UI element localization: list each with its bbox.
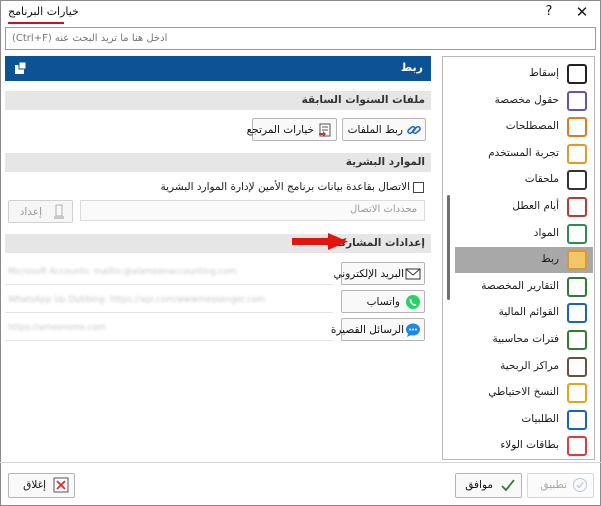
sms-share-field[interactable]: https://ameensms.com — [5, 318, 333, 341]
whatsapp-share-label: واتساب — [366, 296, 400, 308]
email-share-label: البريد الإلكتروني — [333, 268, 404, 280]
nav-item-label: أيام العطل — [512, 200, 559, 212]
window-title: خيارات البرنامج — [8, 5, 79, 18]
sms-icon — [405, 322, 421, 338]
orders-icon — [567, 409, 587, 430]
search-box[interactable] — [5, 27, 596, 50]
setup-label: إعداد — [19, 206, 42, 218]
terms-icon — [567, 117, 587, 138]
nav-item[interactable]: القوائم المالية — [455, 300, 593, 326]
red-arrow-annotation — [292, 233, 348, 250]
close-x-icon — [53, 477, 69, 493]
apply-label: تطبيق — [540, 479, 567, 491]
custom-reports-icon — [567, 276, 587, 297]
hr-connect-checkbox[interactable] — [413, 182, 424, 193]
nav-item-label: ربط — [541, 253, 559, 266]
nav-item-label: الطلبيات — [521, 412, 559, 425]
close-button[interactable]: إغلاق — [8, 473, 75, 498]
footer-divider — [0, 462, 601, 463]
apply-button[interactable]: تطبيق — [527, 473, 594, 498]
previous-years-section: ملفات السنوات السابقة — [5, 91, 431, 110]
loyalty-card-icon — [567, 436, 587, 457]
sms-share-value: https://ameensms.com — [8, 323, 106, 333]
nav-item[interactable]: أيام العطل — [455, 194, 593, 220]
previous-years-title: ملفات السنوات السابقة — [301, 94, 425, 106]
nav-item[interactable]: تجربة المستخدم — [455, 141, 593, 167]
connection-label: محددات الاتصال — [350, 204, 418, 215]
nav-item-label: المصطلحات — [505, 120, 559, 133]
whatsapp-icon — [405, 294, 421, 310]
help-button[interactable]: ? — [541, 3, 557, 21]
nav-item[interactable]: حقول مخصصة — [455, 88, 593, 114]
close-window-button[interactable]: ✕ — [573, 3, 591, 21]
whatsapp-share-value: WhatsApp Up Dubbing: https://api.com/www… — [8, 295, 266, 305]
profit-centers-icon — [567, 356, 587, 377]
whatsapp-share-button[interactable]: واتساب — [341, 290, 425, 313]
nav-item-label: ملحقات — [524, 173, 559, 186]
nav-item-label: إسقاط — [529, 67, 559, 79]
nav-scrollbar[interactable] — [447, 195, 450, 300]
accounting-periods-icon — [567, 330, 587, 350]
nav-item-label: مراكز الربحية — [500, 359, 559, 372]
nav-item-label: تجربة المستخدم — [488, 146, 559, 159]
setup-icon — [51, 204, 67, 220]
search-input[interactable] — [6, 28, 595, 49]
link-files-label: ربط الملفات — [347, 124, 403, 136]
nav-item[interactable]: فترات محاسبية — [455, 327, 593, 353]
restore-icon — [317, 122, 333, 138]
nav-item[interactable]: مراكز الربحية — [455, 354, 593, 380]
plugins-icon — [567, 170, 587, 191]
calendar-icon — [567, 197, 587, 217]
restore-options-label: خيارات المرتجع — [246, 124, 314, 136]
nav-item[interactable]: بطاقات الولاء — [455, 433, 593, 459]
nav-item-label: فترات محاسبية — [492, 333, 560, 345]
ok-button[interactable]: موافق — [455, 473, 522, 498]
restore-options-button[interactable]: خيارات المرتجع — [247, 118, 337, 141]
nav-item-label: النسخ الاحتياطي — [488, 386, 559, 399]
nav-item-label: التقارير المخصصة — [481, 279, 559, 292]
financial-statements-icon — [567, 303, 587, 324]
hr-section: الموارد البشرية — [5, 153, 431, 172]
apply-check-icon — [572, 477, 588, 493]
close-label: إغلاق — [23, 479, 46, 491]
nav-item[interactable]: المصطلحات — [455, 114, 593, 140]
nav-item-label: بطاقات الولاء — [500, 439, 559, 452]
checkmark-icon — [500, 477, 516, 493]
hr-connect-label: الاتصال بقاعدة بيانات برنامج الأمين لإدا… — [160, 181, 411, 193]
nav-item[interactable]: الطلبيات — [455, 407, 593, 433]
link-files-button[interactable]: ربط الملفات — [342, 118, 426, 141]
ok-label: موافق — [465, 479, 493, 491]
email-share-value: Microsoft Accounts: mailto:@alameenaccou… — [8, 267, 237, 277]
options-nav: إسقاط حقول مخصصة المصطلحات تجربة المستخدم مل… — [442, 56, 595, 460]
sharing-section: إعدادات المشاركة — [5, 234, 431, 253]
nav-item[interactable]: المواد — [455, 221, 593, 247]
nav-item[interactable]: النسخ الاحتياطي — [455, 380, 593, 406]
hr-title: الموارد البشرية — [345, 156, 425, 168]
barcode-icon — [567, 64, 587, 84]
sms-share-button[interactable]: الرسائل القصيرة — [331, 318, 425, 341]
nav-item-label: المواد — [533, 226, 559, 239]
nav-item-label: حقول مخصصة — [494, 93, 559, 106]
title-underline — [8, 22, 64, 24]
section-header: ربط — [5, 56, 431, 81]
email-icon — [405, 266, 421, 282]
setup-button: إعداد — [8, 200, 73, 223]
email-share-button[interactable]: البريد الإلكتروني — [334, 262, 425, 285]
email-share-field[interactable]: Microsoft Accounts: mailto:@alameenaccou… — [5, 262, 333, 285]
link-icon — [567, 250, 587, 271]
nav-item[interactable]: التقارير المخصصة — [455, 274, 593, 300]
backup-icon — [567, 383, 587, 404]
custom-fields-icon — [567, 90, 587, 111]
nav-item[interactable]: ملحقات — [455, 167, 593, 193]
chain-link-icon — [406, 122, 422, 138]
whatsapp-share-field[interactable]: WhatsApp Up Dubbing: https://api.com/www… — [5, 290, 333, 313]
nav-item[interactable]: إسقاط — [455, 61, 593, 87]
nav-item-label: القوائم المالية — [498, 306, 559, 319]
nav-item[interactable]: ربط — [455, 247, 593, 274]
materials-icon — [567, 223, 587, 244]
user-experience-icon — [567, 143, 587, 164]
export-icon[interactable] — [13, 61, 28, 76]
section-header-title: ربط — [400, 61, 423, 74]
sms-share-label: الرسائل القصيرة — [330, 324, 404, 336]
